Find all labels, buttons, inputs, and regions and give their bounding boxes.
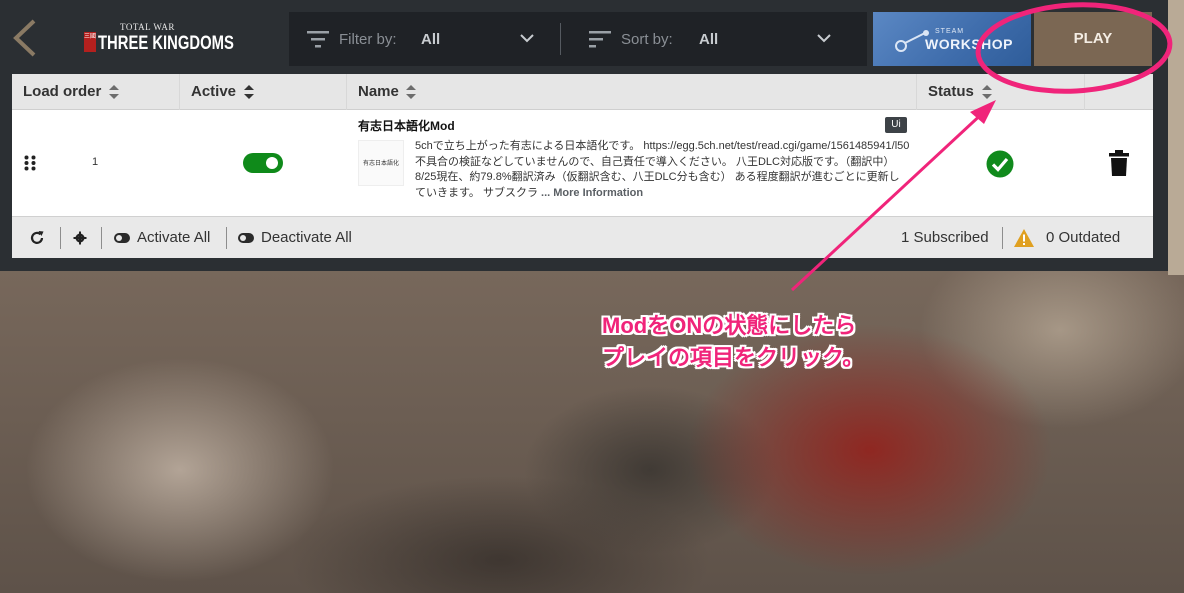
sort-icon[interactable] xyxy=(589,30,611,48)
sort-chevron-down-icon[interactable] xyxy=(816,32,832,44)
table-header: Load order Active Name Status xyxy=(12,74,1153,110)
warning-icon xyxy=(1014,229,1034,247)
load-order-number: 1 xyxy=(92,156,99,168)
activate-all-button[interactable]: Activate All xyxy=(137,229,210,246)
divider xyxy=(1002,227,1003,249)
filter-chevron-down-icon[interactable] xyxy=(519,32,535,44)
subscribed-count[interactable]: 1 Subscribed xyxy=(901,229,989,246)
drag-handle-icon[interactable] xyxy=(24,155,36,171)
back-chevron-icon[interactable] xyxy=(10,18,40,58)
divider xyxy=(60,227,61,249)
col-status[interactable]: Status xyxy=(928,74,974,110)
logo-seal: 三國 xyxy=(84,32,96,52)
mod-manager-panel: 三國 TOTAL WAR THREE KINGDOMS Filter by: A… xyxy=(0,0,1168,271)
play-button[interactable]: PLAY xyxy=(1034,12,1152,66)
steam-workshop-button[interactable]: STEAM WORKSHOP xyxy=(873,12,1031,66)
game-logo: 三國 TOTAL WAR THREE KINGDOMS xyxy=(70,20,234,56)
status-check-icon xyxy=(986,150,1014,178)
callout-line-1: ModをONの状態にしたら xyxy=(602,313,857,338)
sort-arrows-icon[interactable] xyxy=(109,85,119,99)
filter-icon[interactable] xyxy=(307,30,329,48)
background-right-strip xyxy=(1168,0,1184,275)
divider xyxy=(101,227,102,249)
callout-line-2: プレイの項目をクリック。 xyxy=(602,345,865,370)
col-load-order[interactable]: Load order xyxy=(23,74,101,110)
divider xyxy=(226,227,227,249)
sort-arrows-icon[interactable] xyxy=(982,85,992,99)
filter-sort-bar: Filter by: All Sort by: All xyxy=(289,12,867,66)
top-bar: 三國 TOTAL WAR THREE KINGDOMS Filter by: A… xyxy=(0,0,1168,74)
table-row[interactable]: 1 有志日本語化Mod Ui 有志日本語化 5chで立ち上がった有志による日本語… xyxy=(12,110,1153,216)
active-toggle[interactable] xyxy=(243,153,283,173)
description-text: 5chで立ち上がった有志による日本語化です。 https://egg.5ch.n… xyxy=(415,140,910,199)
mod-name: 有志日本語化Mod xyxy=(358,119,455,133)
activate-all-toggle-icon xyxy=(114,233,130,243)
outdated-count[interactable]: 0 Outdated xyxy=(1046,229,1120,246)
filter-value[interactable]: All xyxy=(421,31,440,48)
workshop-title: WORKSHOP xyxy=(925,36,1013,52)
deactivate-all-toggle-icon xyxy=(238,233,254,243)
filter-label: Filter by: xyxy=(339,31,397,48)
logo-small-text: TOTAL WAR xyxy=(120,22,175,32)
mod-thumbnail: 有志日本語化 xyxy=(358,140,404,186)
sort-arrows-icon[interactable] xyxy=(244,85,254,99)
annotation-callout: ModをONの状態にしたら プレイの項目をクリック。 xyxy=(602,310,864,374)
more-information-link[interactable]: ... More Information xyxy=(541,187,643,199)
deactivate-all-button[interactable]: Deactivate All xyxy=(261,229,352,246)
divider xyxy=(560,23,561,55)
col-active[interactable]: Active xyxy=(191,74,236,110)
sort-arrows-icon[interactable] xyxy=(406,85,416,99)
table-footer: Activate All Deactivate All 1 Subscribed… xyxy=(12,216,1153,258)
refresh-icon[interactable] xyxy=(29,230,45,246)
logo-title: THREE KINGDOMS xyxy=(98,33,234,54)
gear-icon[interactable] xyxy=(72,230,88,246)
trash-icon[interactable] xyxy=(1109,150,1129,176)
workshop-small-text: STEAM xyxy=(935,28,965,35)
sort-label: Sort by: xyxy=(621,31,673,48)
sort-value[interactable]: All xyxy=(699,31,718,48)
col-name[interactable]: Name xyxy=(358,74,399,110)
toggle-knob xyxy=(266,157,278,169)
mod-table: Load order Active Name Status 1 有志日本語化Mo… xyxy=(12,74,1153,258)
mod-description: 5chで立ち上がった有志による日本語化です。 https://egg.5ch.n… xyxy=(415,139,910,205)
ui-badge: Ui xyxy=(885,117,907,133)
